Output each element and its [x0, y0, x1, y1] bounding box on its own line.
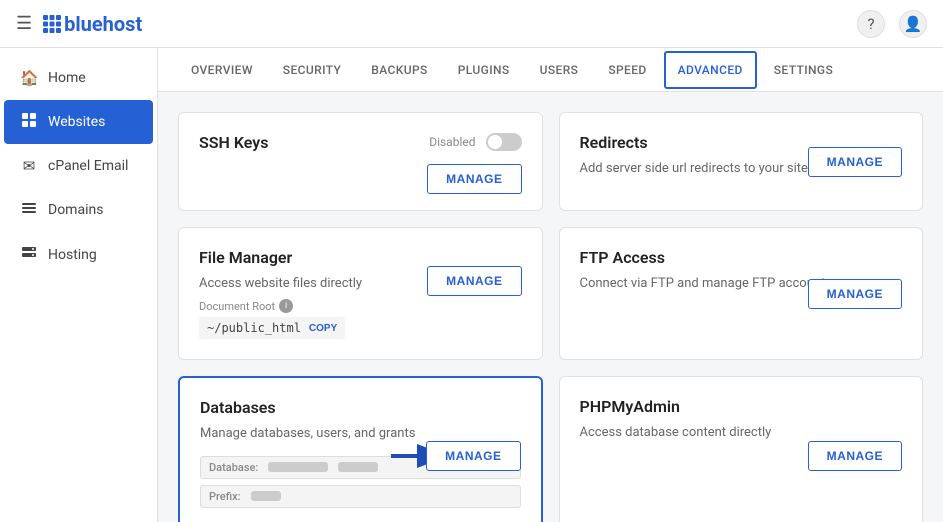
- ssh-toggle[interactable]: [486, 133, 522, 151]
- sidebar-item-home[interactable]: 🏠 Home: [4, 57, 153, 99]
- top-nav: ☰ bluehost ? 👤: [0, 0, 943, 48]
- sidebar-item-websites-label: Websites: [48, 114, 105, 130]
- user-avatar[interactable]: 👤: [899, 10, 927, 38]
- database-value-blur2: [338, 462, 378, 472]
- prefix-field: Prefix:: [200, 485, 521, 508]
- tab-speed[interactable]: SPEED: [595, 52, 659, 88]
- domains-icon: [20, 200, 38, 220]
- sidebar-item-domains-label: Domains: [48, 202, 103, 218]
- cards-area: SSH Keys Disabled MANAGE Redirects Add s…: [158, 92, 943, 522]
- email-icon: ✉: [20, 157, 38, 175]
- doc-root-label-text: Document Root: [199, 300, 275, 313]
- home-icon: 🏠: [20, 69, 38, 87]
- sidebar-item-domains[interactable]: Domains: [4, 188, 153, 232]
- file-manager-manage-button[interactable]: MANAGE: [427, 266, 521, 296]
- phpmyadmin-title: PHPMyAdmin: [580, 397, 903, 416]
- sidebar-item-email-label: cPanel Email: [48, 158, 128, 174]
- file-manager-card: File Manager Access website files direct…: [178, 227, 543, 360]
- redirects-manage-button[interactable]: MANAGE: [808, 147, 902, 177]
- doc-root-path: ~/public_html COPY: [199, 317, 345, 339]
- tab-settings[interactable]: SETTINGS: [761, 52, 846, 88]
- ftp-title: FTP Access: [580, 248, 903, 267]
- copy-button[interactable]: COPY: [309, 323, 337, 334]
- tab-backups[interactable]: BACKUPS: [358, 52, 440, 88]
- doc-root-info-icon[interactable]: i: [279, 299, 293, 313]
- phpmyadmin-manage-button[interactable]: MANAGE: [808, 441, 902, 471]
- doc-root-value: ~/public_html: [207, 321, 301, 335]
- tabs-bar: OVERVIEW SECURITY BACKUPS PLUGINS USERS …: [158, 48, 943, 92]
- top-nav-right: ? 👤: [857, 10, 927, 38]
- sidebar-item-hosting[interactable]: Hosting: [4, 233, 153, 277]
- sidebar-item-hosting-label: Hosting: [48, 247, 97, 263]
- top-nav-left: ☰ bluehost: [16, 12, 142, 36]
- sidebar-item-cpanel-email[interactable]: ✉ cPanel Email: [4, 145, 153, 187]
- logo-icon: [42, 14, 62, 34]
- prefix-value-blur: [251, 491, 281, 501]
- layout: 🏠 Home Websites ✉ cPanel Email: [0, 48, 943, 522]
- hamburger-icon[interactable]: ☰: [16, 13, 32, 34]
- phpmyadmin-desc: Access database content directly: [580, 424, 903, 442]
- main-content: OVERVIEW SECURITY BACKUPS PLUGINS USERS …: [158, 48, 943, 522]
- websites-icon: [20, 112, 38, 132]
- databases-manage-button[interactable]: MANAGE: [426, 441, 520, 471]
- prefix-label: Prefix:: [209, 490, 241, 503]
- ssh-disabled-label: Disabled: [429, 135, 475, 149]
- databases-card: Databases Manage databases, users, and g…: [178, 376, 543, 522]
- database-label: Database:: [209, 461, 258, 474]
- redirects-card: Redirects Add server side url redirects …: [559, 112, 924, 211]
- database-value-blur1: [268, 462, 328, 472]
- tab-users[interactable]: USERS: [527, 52, 592, 88]
- databases-title: Databases: [200, 398, 521, 417]
- sidebar-item-home-label: Home: [48, 70, 86, 86]
- ssh-manage-button[interactable]: MANAGE: [427, 164, 521, 194]
- ssh-toggle-group: Disabled: [429, 133, 521, 151]
- sidebar: 🏠 Home Websites ✉ cPanel Email: [0, 48, 158, 522]
- doc-root-label: Document Root i: [199, 299, 522, 313]
- tab-overview[interactable]: OVERVIEW: [178, 52, 266, 88]
- ftp-manage-button[interactable]: MANAGE: [808, 279, 902, 309]
- help-icon[interactable]: ?: [857, 10, 885, 38]
- sidebar-item-websites[interactable]: Websites: [4, 100, 153, 144]
- hosting-icon: [20, 245, 38, 265]
- ftp-access-card: FTP Access Connect via FTP and manage FT…: [559, 227, 924, 360]
- logo-text: bluehost: [64, 12, 142, 36]
- tab-security[interactable]: SECURITY: [270, 52, 354, 88]
- logo: bluehost: [42, 12, 142, 36]
- phpmyadmin-card: PHPMyAdmin Access database content direc…: [559, 376, 924, 522]
- tab-advanced[interactable]: ADVANCED: [664, 51, 757, 89]
- ssh-keys-card: SSH Keys Disabled MANAGE: [178, 112, 543, 211]
- file-manager-title: File Manager: [199, 248, 522, 267]
- tab-plugins[interactable]: PLUGINS: [445, 52, 523, 88]
